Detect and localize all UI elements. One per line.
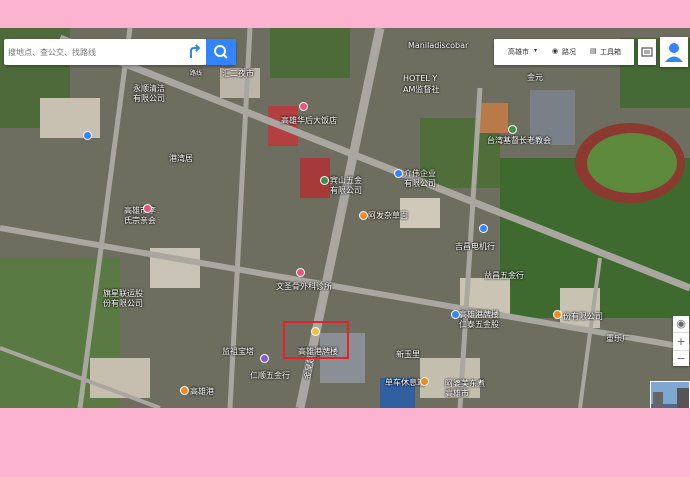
map-label: 阿发杂草面 (368, 211, 408, 220)
route-button[interactable] (182, 39, 208, 65)
map-label: 有限公司 (133, 94, 165, 103)
poi-pin[interactable] (260, 354, 269, 363)
map-label: 高雄华后大饭店 (281, 116, 337, 125)
map-label: 仁顺五金行 (250, 371, 290, 380)
map-label: 台湾基督长老教会 (487, 136, 551, 145)
user-icon (665, 43, 683, 62)
map-label: 新玉里 (396, 350, 420, 359)
map-label: 高雄港 (190, 387, 214, 396)
map-label: 重乐厂 (606, 334, 630, 343)
locate-icon[interactable]: ◉ (673, 316, 689, 332)
zoom-in-icon[interactable]: + (673, 332, 689, 350)
layers-icon (641, 47, 653, 57)
map-label: 氏宗亲会 (124, 216, 156, 225)
toolbox-icon: ▤ (590, 47, 597, 55)
poi-pin[interactable] (180, 386, 189, 395)
poi-pin[interactable] (296, 268, 305, 277)
map-label: 有限公司 (404, 179, 436, 188)
map-label: 份有限公司 (563, 312, 603, 321)
layers-button[interactable] (638, 39, 656, 65)
poi-pin[interactable] (508, 125, 517, 134)
map-label: 金元 (527, 73, 543, 82)
poi-pin[interactable] (359, 211, 368, 220)
map-label: 有限公司 (330, 186, 362, 195)
search-input[interactable] (8, 43, 178, 61)
map-label: 汇二夜市 (222, 69, 254, 78)
search-button[interactable] (206, 39, 236, 65)
highlight-label: 高雄港牌楼 (298, 347, 338, 356)
poi-pin[interactable] (479, 224, 488, 233)
satellite-map[interactable]: 汇二夜市 Maniladiscobar HOTEL Y AM监督社 金元 台湾基… (0, 28, 690, 408)
map-label: 仁泰五金股 (459, 320, 499, 329)
map-label: 高雄市 (445, 389, 469, 398)
poi-pin[interactable] (420, 377, 429, 386)
poi-pin[interactable] (394, 169, 403, 178)
map-label: 益昌五金行 (484, 271, 524, 280)
map-toolbar: 高雄市 ▾ ◉ 路况 ▤ 工具箱 (494, 39, 634, 65)
map-label: 单车休息站 (385, 378, 425, 387)
poi-pin[interactable] (299, 102, 308, 111)
search-icon (214, 45, 228, 59)
traffic-button[interactable]: 路况 (562, 47, 576, 57)
poi-pin[interactable] (451, 310, 460, 319)
highlight-pin[interactable] (311, 327, 320, 336)
zoom-out-icon[interactable]: − (673, 350, 689, 367)
route-icon (190, 44, 201, 58)
map-label: HOTEL Y (403, 74, 438, 83)
user-avatar[interactable] (660, 37, 688, 67)
panorama-image (651, 382, 689, 408)
poi-pin[interactable] (83, 131, 92, 140)
map-label: 吉昌电机行 (455, 242, 495, 251)
chevron-down-icon: ▾ (534, 47, 538, 54)
toolbox-button[interactable]: 工具箱 (600, 47, 621, 57)
map-label: AM监督社 (403, 85, 440, 94)
route-label: 路线 (190, 70, 203, 77)
panorama-thumbnail[interactable]: 全景 (650, 381, 690, 408)
map-label: Maniladiscobar (408, 41, 469, 50)
zoom-control: ◉ + − (673, 316, 689, 366)
poi-pin[interactable] (143, 204, 152, 213)
poi-pin[interactable] (320, 176, 329, 185)
map-label: 港湾居 (169, 154, 193, 163)
map-label: 份有限公司 (103, 299, 143, 308)
city-selector[interactable]: 高雄市 (508, 47, 529, 57)
map-label: 监祖宝塔 (222, 347, 254, 356)
map-label: 文圣骨外科诊所 (276, 282, 332, 291)
search-box (4, 39, 236, 65)
traffic-icon: ◉ (552, 47, 559, 55)
poi-pin[interactable] (553, 310, 562, 319)
